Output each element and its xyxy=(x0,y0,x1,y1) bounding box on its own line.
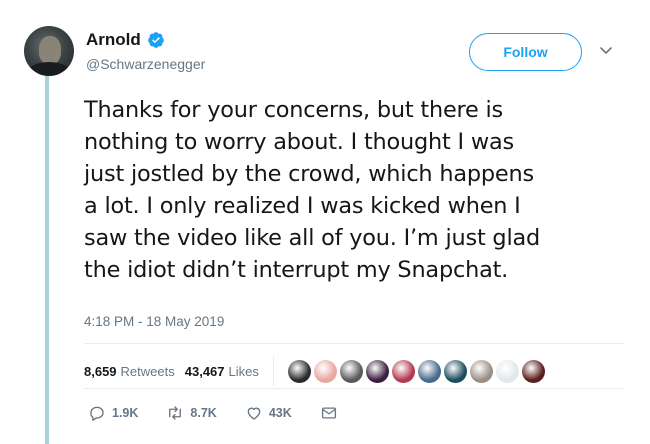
tweet-text-line: a lot. I only realized I was kicked when… xyxy=(84,193,521,219)
divider xyxy=(84,388,624,389)
avatar-face xyxy=(39,36,61,64)
retweets-label[interactable]: Retweets xyxy=(121,364,175,379)
retweet-count: 8.7K xyxy=(190,406,217,420)
liker-avatar[interactable] xyxy=(495,359,519,383)
avatar-coat xyxy=(28,62,70,76)
tweet-timestamp[interactable]: 4:18 PM - 18 May 2019 xyxy=(84,314,224,329)
follow-button[interactable]: Follow xyxy=(469,33,582,71)
retweets-count[interactable]: 8,659 xyxy=(84,364,117,379)
tweet-text-line: saw the video like all of you. I’m just … xyxy=(84,225,541,251)
tweet-text: Thanks for your concerns, but there is n… xyxy=(84,94,632,286)
tweet-text-line: the idiot didn’t interrupt my Snapchat. xyxy=(84,257,509,283)
reply-icon xyxy=(90,406,104,421)
like-count: 43K xyxy=(268,406,292,420)
verified-badge-icon xyxy=(147,32,164,48)
liker-avatar[interactable] xyxy=(313,359,337,383)
tweet-text-line: just jostled by the crowd, which happens xyxy=(84,161,534,187)
liker-avatar[interactable] xyxy=(521,359,545,383)
tweet-text-line: nothing to worry about. I thought I was xyxy=(84,129,514,155)
direct-message-action[interactable] xyxy=(320,404,344,422)
avatar[interactable] xyxy=(24,26,74,76)
liker-avatar[interactable] xyxy=(469,359,493,383)
direct-message-icon xyxy=(321,407,336,419)
stats-separator xyxy=(272,356,274,386)
divider xyxy=(84,343,624,344)
user-name-row: Arnold xyxy=(86,30,165,50)
retweet-icon xyxy=(169,406,182,420)
tweet-stats: 8,659 Retweets 43,467 Likes xyxy=(84,356,545,386)
user-handle[interactable]: @Schwarzenegger xyxy=(86,56,205,72)
display-name[interactable]: Arnold xyxy=(86,30,141,50)
retweet-action[interactable]: 8.7K xyxy=(166,404,217,422)
tweet-text-line: Thanks for your concerns, but there is xyxy=(84,97,504,123)
liker-avatar[interactable] xyxy=(417,359,441,383)
liker-avatar[interactable] xyxy=(287,359,311,383)
likes-count[interactable]: 43,467 xyxy=(185,364,225,379)
like-action[interactable]: 43K xyxy=(245,404,292,422)
liker-avatars xyxy=(287,359,545,383)
reply-count: 1.9K xyxy=(112,406,139,420)
chevron-down-icon[interactable] xyxy=(598,44,614,58)
liker-avatar[interactable] xyxy=(365,359,389,383)
thread-line xyxy=(45,74,49,444)
liker-avatar[interactable] xyxy=(391,359,415,383)
reply-action[interactable]: 1.9K xyxy=(88,404,138,422)
tweet-actions: 1.9K 8.7K 43K xyxy=(88,404,372,422)
like-icon xyxy=(247,407,261,420)
liker-avatar[interactable] xyxy=(339,359,363,383)
likes-label[interactable]: Likes xyxy=(229,364,259,379)
liker-avatar[interactable] xyxy=(443,359,467,383)
